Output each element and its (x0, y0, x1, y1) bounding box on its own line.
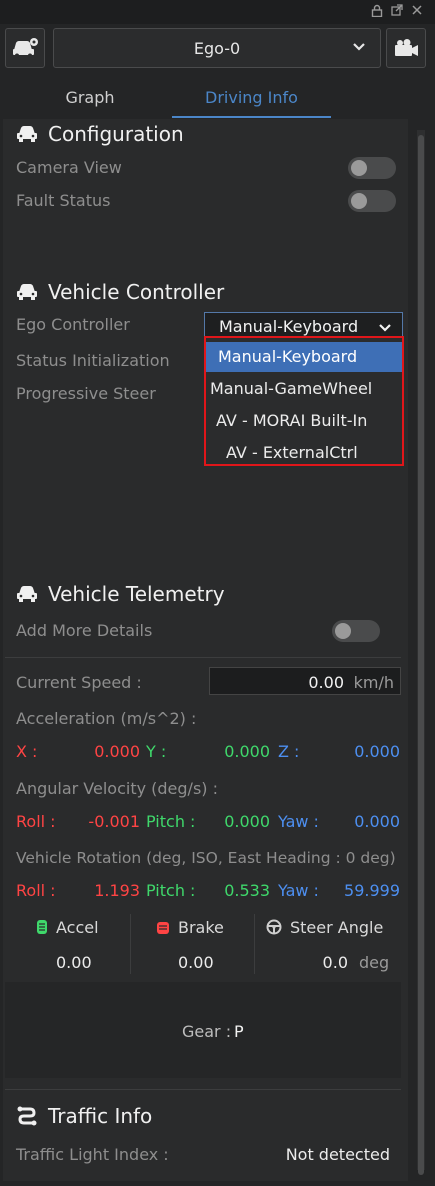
vehicle-rotation-label: Vehicle Rotation (deg, ISO, East Heading… (16, 849, 396, 867)
steer-angle-unit: deg (359, 953, 390, 972)
ang-pitch-label: Pitch : (146, 812, 196, 831)
ego-controller-value: Manual-Keyboard (219, 317, 359, 336)
popout-icon[interactable] (390, 4, 404, 18)
rot-yaw-value: 59.999 (344, 881, 400, 900)
option-av-morai-builtin[interactable]: AV - MORAI Built-In (206, 406, 402, 436)
ego-controller-options-menu: Manual-Keyboard Manual-GameWheel AV - MO… (204, 336, 404, 466)
rot-roll-value: 1.193 (94, 881, 140, 900)
close-icon[interactable] (410, 4, 424, 18)
vehicle-settings-button[interactable] (5, 28, 45, 68)
acc-z-label: Z : (278, 742, 300, 761)
traffic-light-index-value: Not detected (285, 1145, 390, 1164)
traffic-info-title: Traffic Info (48, 1104, 153, 1128)
option-manual-gamewheel[interactable]: Manual-GameWheel (206, 374, 402, 404)
add-more-details-toggle[interactable] (332, 620, 380, 642)
current-speed-value: 0.00 (308, 673, 344, 692)
vehicle-controller-title: Vehicle Controller (48, 280, 225, 304)
acceleration-label: Acceleration (m/s^2) : (16, 709, 197, 728)
current-speed-unit: km/h (353, 673, 394, 692)
add-more-details-label: Add More Details (16, 621, 153, 640)
active-tab-indicator (172, 116, 331, 118)
vehicle-telemetry-title: Vehicle Telemetry (48, 582, 225, 606)
progressive-steer-label: Progressive Steer (16, 384, 156, 403)
car-icon (16, 282, 38, 302)
ang-pitch-value: 0.000 (224, 812, 270, 831)
brake-label: Brake (178, 918, 224, 937)
brake-pedal-icon (156, 920, 170, 939)
toggle-knob (351, 193, 367, 209)
rot-roll-label: Roll : (16, 881, 56, 900)
option-manual-keyboard[interactable]: Manual-Keyboard (206, 342, 402, 372)
brake-value: 0.00 (178, 953, 214, 972)
tab-graph[interactable]: Graph (10, 84, 170, 118)
acc-y-value: 0.000 (224, 742, 270, 761)
ego-controller-label: Ego Controller (16, 315, 130, 334)
rot-pitch-label: Pitch : (146, 881, 196, 900)
steering-wheel-icon (266, 919, 282, 939)
accel-label: Accel (56, 918, 99, 937)
camera-view-toggle[interactable] (348, 157, 396, 179)
tab-driving-info[interactable]: Driving Info (172, 84, 331, 118)
toggle-knob (351, 160, 367, 176)
ang-roll-label: Roll : (16, 812, 56, 831)
current-speed-field: 0.00 km/h (209, 667, 401, 695)
toggle-knob (335, 623, 351, 639)
current-speed-label: Current Speed : (16, 673, 142, 692)
car-icon (16, 584, 38, 604)
divider (5, 1089, 401, 1090)
road-icon (16, 1106, 38, 1126)
vehicle-select[interactable]: Ego-0 (53, 28, 381, 68)
rot-pitch-value: 0.533 (224, 881, 270, 900)
acc-x-label: X : (16, 742, 38, 761)
camera-icon (395, 39, 418, 56)
status-initialization-label: Status Initialization (16, 351, 170, 370)
camera-view-label: Camera View (16, 158, 122, 177)
gear-label: Gear : (182, 1022, 232, 1041)
angular-velocity-label: Angular Velocity (deg/s) : (16, 779, 218, 798)
column-divider (130, 914, 131, 974)
vehicle-select-value: Ego-0 (193, 39, 241, 58)
fault-status-toggle[interactable] (348, 190, 396, 212)
rot-yaw-label: Yaw : (278, 881, 319, 900)
traffic-light-index-label: Traffic Light Index : (16, 1145, 169, 1164)
gear-value: P (234, 1022, 244, 1041)
accel-value: 0.00 (56, 953, 92, 972)
accel-pedal-icon (36, 919, 48, 939)
acc-z-value: 0.000 (354, 742, 400, 761)
option-av-externalctrl[interactable]: AV - ExternalCtrl (206, 438, 402, 468)
column-divider (254, 914, 255, 974)
camera-button[interactable] (386, 28, 426, 68)
car-icon (16, 124, 38, 144)
steer-angle-label: Steer Angle (290, 918, 384, 937)
acc-x-value: 0.000 (94, 742, 140, 761)
ang-yaw-label: Yaw : (278, 812, 319, 831)
ang-roll-value: -0.001 (88, 812, 140, 831)
divider (5, 657, 401, 658)
scrollbar-thumb[interactable] (418, 135, 424, 1175)
steer-angle-value: 0.0 (322, 953, 348, 972)
chevron-down-icon (352, 39, 366, 58)
lock-icon[interactable] (370, 4, 384, 18)
configuration-title: Configuration (48, 122, 184, 146)
ang-yaw-value: 0.000 (354, 812, 400, 831)
car-gear-icon (13, 38, 38, 58)
acc-y-label: Y : (146, 742, 167, 761)
fault-status-label: Fault Status (16, 191, 111, 210)
